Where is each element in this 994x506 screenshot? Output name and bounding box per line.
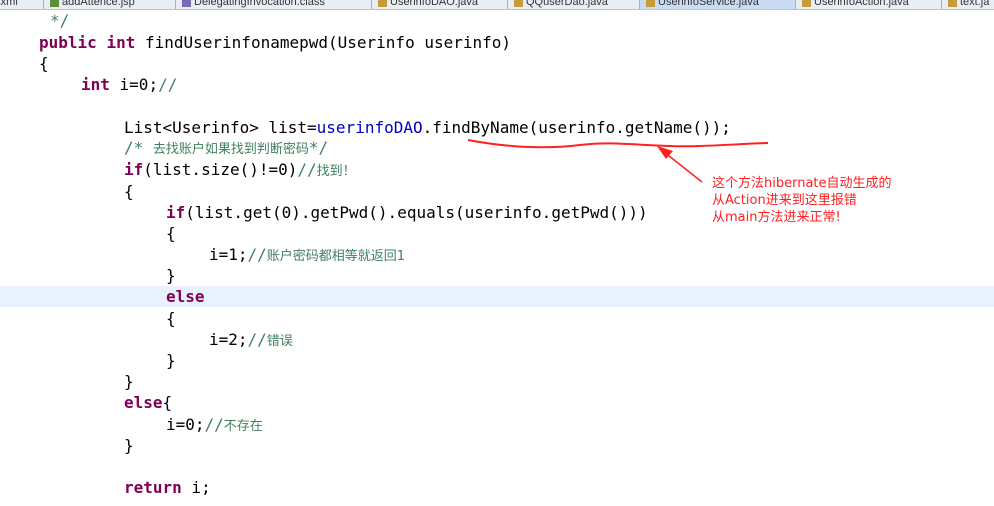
java-file-icon (514, 0, 523, 7)
editor-tab[interactable]: text.ja (942, 0, 994, 9)
comment: // (297, 160, 317, 179)
current-line-highlight: else (0, 286, 994, 307)
tab-label: DelegatingInvocation.class (194, 0, 325, 8)
editor-tab-active[interactable]: UserinfoService.java (640, 0, 796, 9)
code-line: i=2;//错误 (0, 329, 994, 350)
editor-tab[interactable]: UserinfoDAO.java (372, 0, 508, 9)
brace: } (166, 351, 176, 370)
code-text: i; (181, 478, 211, 497)
tab-label: QQuserDao.java (526, 0, 608, 8)
comment-text: 错误 (266, 334, 293, 349)
keyword: return (124, 478, 182, 497)
brace: } (124, 372, 134, 391)
tab-label: UserinfoAction.java (814, 0, 909, 8)
brace: { (162, 393, 173, 412)
annotation-line: 从main方法进来正常! (712, 210, 841, 225)
java-file-icon (378, 0, 387, 7)
comment-text: 不存在 (223, 419, 263, 434)
code-line: public int findUserinfonamepwd(Userinfo … (0, 32, 994, 53)
annotation-line: 这个方法hibernate自动生成的 (712, 176, 892, 191)
java-file-icon (646, 0, 655, 7)
keyword: int (81, 75, 110, 94)
comment-text: 找到！ (316, 164, 356, 179)
code-text: i=1; (209, 245, 248, 264)
java-file-icon (948, 0, 957, 7)
editor-tab[interactable]: DelegatingInvocation.class (176, 0, 372, 9)
code-line: { (0, 53, 994, 74)
brace: { (124, 182, 134, 201)
code-line: /* 去找账户如果找到判断密码*/ (0, 137, 994, 158)
keyword: int (106, 33, 136, 52)
tab-label: addAttence.jsp (62, 0, 135, 8)
field-reference: userinfoDAO (316, 118, 423, 137)
code-text: (list.size()!=0) (143, 160, 298, 179)
brace: } (166, 266, 176, 285)
code-text: List<Userinfo> list= (124, 118, 317, 137)
code-line: i=0;//不存在 (0, 414, 994, 435)
comment: // (247, 245, 267, 264)
brace: { (39, 54, 49, 73)
editor-tab[interactable]: addAttence.jsp (44, 0, 176, 9)
code-line: return i; (0, 477, 994, 498)
code-text: (list.get(0).getPwd().equals(userinfo.ge… (185, 203, 648, 222)
code-text: i=0; (166, 415, 205, 434)
code-line: } (0, 435, 994, 456)
comment-end: */ (50, 11, 70, 30)
brace: { (166, 224, 176, 243)
comment: /* (124, 138, 153, 157)
code-text: .findByName(userinfo.getName()); (422, 118, 731, 137)
tab-label: UserinfoService.java (658, 0, 759, 8)
keyword: public (39, 33, 97, 52)
class-file-icon (182, 0, 191, 7)
code-text: i=0; (109, 75, 159, 94)
tab-label: UserinfoDAO.java (390, 0, 479, 8)
brace: } (124, 436, 134, 455)
comment: // (247, 330, 267, 349)
editor-tab-bar: atsxml addAttence.jsp DelegatingInvocati… (0, 0, 994, 10)
code-line: { (0, 308, 994, 329)
code-line: i=1;//账户密码都相等就返回1 (0, 244, 994, 265)
keyword: if (124, 160, 144, 179)
tab-label: text.ja (960, 0, 990, 8)
code-editor[interactable]: */ public int findUserinfonamepwd(Userin… (0, 10, 994, 506)
code-line: { (0, 223, 994, 244)
keyword: if (166, 203, 186, 222)
editor-tab[interactable]: QQuserDao.java (508, 0, 640, 9)
code-line: } (0, 265, 994, 286)
annotation-note: 这个方法hibernate自动生成的 从Action进来到这里报错 从main方法进… (712, 175, 892, 226)
brace: { (166, 309, 176, 328)
comment-text: 账户密码都相等就返回1 (266, 249, 406, 264)
code-line: } (0, 350, 994, 371)
code-text: i=2; (209, 330, 248, 349)
comment: // (204, 415, 224, 434)
keyword: else (166, 287, 205, 306)
keyword: else (124, 393, 163, 412)
method-signature: findUserinfonamepwd(Userinfo userinfo) (135, 33, 512, 52)
code-line: } (0, 371, 994, 392)
tab-label: atsxml (0, 0, 18, 8)
comment-text: 去找账户如果找到判断密码 (152, 142, 309, 157)
code-line: int i=0;// (0, 74, 994, 95)
editor-tab[interactable]: atsxml (0, 0, 44, 9)
code-line: List<Userinfo> list=userinfoDAO.findByNa… (0, 117, 994, 138)
jsp-file-icon (50, 0, 59, 7)
code-line: else{ (0, 392, 994, 413)
code-line: */ (0, 10, 994, 31)
java-file-icon (802, 0, 811, 7)
annotation-line: 从Action进来到这里报错 (712, 193, 857, 208)
comment: // (158, 75, 178, 94)
editor-tab[interactable]: UserinfoAction.java (796, 0, 942, 9)
comment: */ (308, 138, 329, 157)
